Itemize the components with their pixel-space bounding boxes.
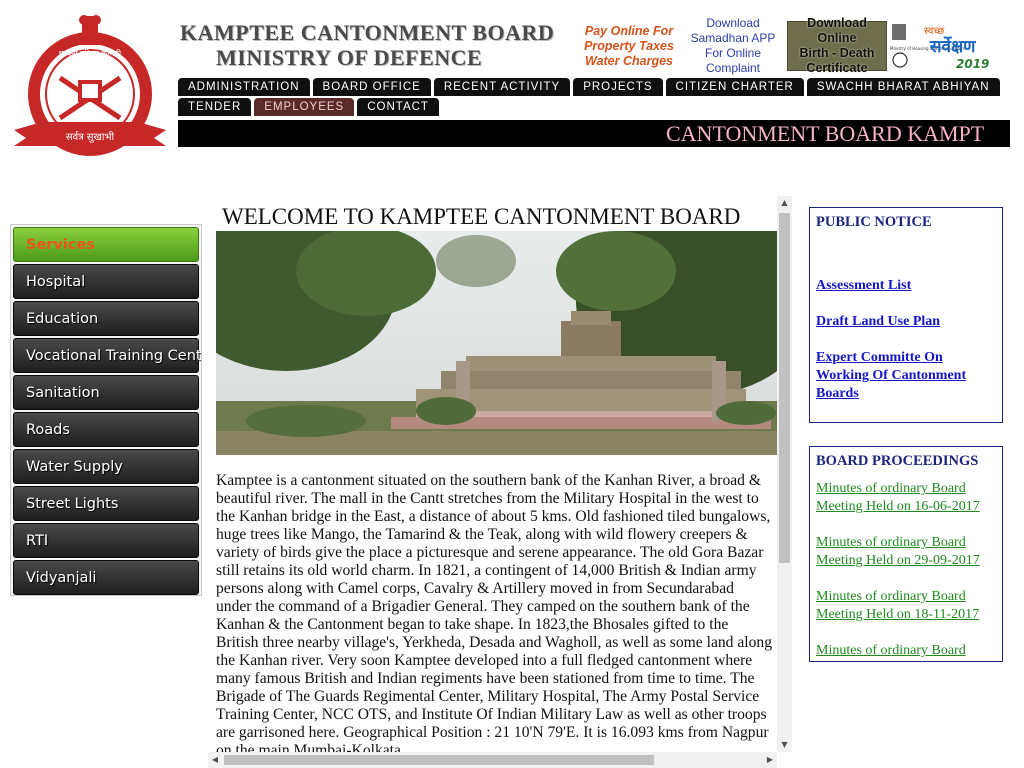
- page-title: WELCOME TO KAMPTEE CANTONMENT BOARD: [222, 204, 741, 229]
- news-marquee: CANTONMENT BOARD KAMPT: [178, 120, 1010, 147]
- app-banner-line3: For Online Complaint: [704, 46, 762, 75]
- app-banner-line1: Download: [706, 16, 760, 30]
- site-title: KAMPTEE CANTONMENT BOARD MINISTRY OF DEF…: [180, 20, 572, 72]
- sidebar-item-rti[interactable]: RTI: [13, 523, 199, 558]
- proceedings-link-18-11-2017[interactable]: Minutes of ordinary Board Meeting Held o…: [816, 588, 996, 624]
- main-navigation: ADMINISTRATION BOARD OFFICE RECENT ACTIV…: [178, 78, 1000, 118]
- main-content: WELCOME TO KAMPTEE CANTONMENT BOARD Kamp…: [208, 196, 792, 752]
- sidebar-item-street-lights[interactable]: Street Lights: [13, 486, 199, 521]
- sidebar-item-sanitation[interactable]: Sanitation: [13, 375, 199, 410]
- cantonment-emblem-logo[interactable]: सर्वत्र सुखाभी छावनी परिषद कामठी: [12, 12, 168, 160]
- scroll-down-arrow-icon[interactable]: ▼: [777, 738, 792, 752]
- public-notice-heading: PUBLIC NOTICE: [816, 214, 932, 230]
- about-kamptee-text: Kamptee is a cantonment situated on the …: [216, 472, 773, 752]
- board-proceedings-heading: BOARD PROCEEDINGS: [816, 453, 979, 469]
- sidebar-item-vocational-training[interactable]: Vocational Training Cent: [13, 338, 201, 373]
- board-proceedings-panel: BOARD PROCEEDINGS Minutes of ordinary Bo…: [809, 446, 1003, 662]
- horizontal-scroll-thumb[interactable]: [224, 755, 654, 765]
- swachh-main-text: सर्वेक्षण: [929, 36, 976, 57]
- site-title-line1: KAMPTEE CANTONMENT BOARD: [180, 20, 555, 45]
- nav-item-citizen-charter[interactable]: CITIZEN CHARTER: [665, 78, 804, 96]
- nav-row-2: TENDER EMPLOYEES CONTACT: [178, 98, 978, 116]
- nav-item-administration[interactable]: ADMINISTRATION: [178, 78, 310, 96]
- nav-item-board-office[interactable]: BOARD OFFICE: [312, 78, 431, 96]
- cert-banner-line3: Certificate: [806, 61, 868, 75]
- pay-banner-line1: Pay Online For: [584, 23, 674, 38]
- services-sidebar: Services Hospital Education Vocational T…: [10, 224, 202, 596]
- notice-link-expert-committee[interactable]: Expert Committe On Working Of Cantonment…: [816, 349, 996, 403]
- nav-item-recent-activity[interactable]: RECENT ACTIVITY: [433, 78, 571, 96]
- site-title-line2: MINISTRY OF DEFENCE: [216, 45, 483, 70]
- notice-link-assessment-list[interactable]: Assessment List: [816, 277, 996, 295]
- cert-banner-line2: Birth - Death: [799, 46, 875, 60]
- marquee-text: CANTONMENT BOARD KAMPT: [666, 121, 985, 146]
- nav-item-tender[interactable]: TENDER: [178, 98, 252, 116]
- vertical-scroll-thumb[interactable]: [779, 213, 790, 563]
- pay-banner-line3: Water Charges: [585, 53, 673, 68]
- scroll-up-arrow-icon[interactable]: ▲: [777, 196, 792, 210]
- proceedings-link-16-06-2017[interactable]: Minutes of ordinary Board Meeting Held o…: [816, 480, 996, 516]
- notice-link-draft-land-use-plan[interactable]: Draft Land Use Plan: [816, 313, 996, 331]
- pay-online-banner[interactable]: Pay Online For Property Taxes Water Char…: [578, 20, 680, 72]
- cert-banner-line1: Download Online: [807, 16, 867, 45]
- nav-item-projects[interactable]: PROJECTS: [573, 78, 663, 96]
- scroll-right-arrow-icon[interactable]: ▶: [763, 752, 777, 768]
- scroll-left-arrow-icon[interactable]: ◀: [208, 752, 222, 768]
- cantonment-memorial-photo: [216, 231, 777, 455]
- nav-item-contact[interactable]: CONTACT: [357, 98, 439, 116]
- swachh-survekshan-banner[interactable]: Ministry of Housing and Urban Affairs स्…: [890, 20, 994, 72]
- main-vertical-scrollbar[interactable]: ▲ ▼: [777, 196, 792, 752]
- sidebar-item-hospital[interactable]: Hospital: [13, 264, 199, 299]
- nav-item-swachh-bharat-abhiyan[interactable]: SWACHH BHARAT ABHIYAN: [806, 78, 1000, 96]
- sidebar-item-water-supply[interactable]: Water Supply: [13, 449, 199, 484]
- samadhan-app-banner[interactable]: Download Samadhan APP For Online Complai…: [682, 16, 784, 75]
- nav-row-1: ADMINISTRATION BOARD OFFICE RECENT ACTIV…: [178, 78, 1000, 96]
- sidebar-item-roads[interactable]: Roads: [13, 412, 199, 447]
- app-banner-line2: Samadhan APP: [690, 31, 776, 45]
- main-horizontal-scrollbar[interactable]: ◀ ▶: [208, 752, 777, 768]
- sidebar-item-vidyanjali[interactable]: Vidyanjali: [13, 560, 199, 595]
- birth-death-certificate-banner[interactable]: Download Online Birth - Death Certificat…: [787, 16, 887, 75]
- proceedings-link-next[interactable]: Minutes of ordinary Board: [816, 642, 996, 660]
- emblem-ring-text: छावनी परिषद कामठी: [59, 48, 122, 58]
- sidebar-item-education[interactable]: Education: [13, 301, 199, 336]
- proceedings-link-29-09-2017[interactable]: Minutes of ordinary Board Meeting Held o…: [816, 534, 996, 570]
- emblem-motto: सर्वत्र सुखाभी: [66, 131, 115, 143]
- pay-banner-line2: Property Taxes: [584, 38, 674, 53]
- swachh-hindi-text: स्वच्छ: [924, 26, 944, 37]
- swachh-year-text: 2019: [956, 57, 989, 71]
- public-notice-panel: PUBLIC NOTICE Assessment List Draft Land…: [809, 207, 1003, 423]
- sidebar-item-services[interactable]: Services: [13, 227, 199, 262]
- nav-item-employees[interactable]: EMPLOYEES: [254, 98, 355, 116]
